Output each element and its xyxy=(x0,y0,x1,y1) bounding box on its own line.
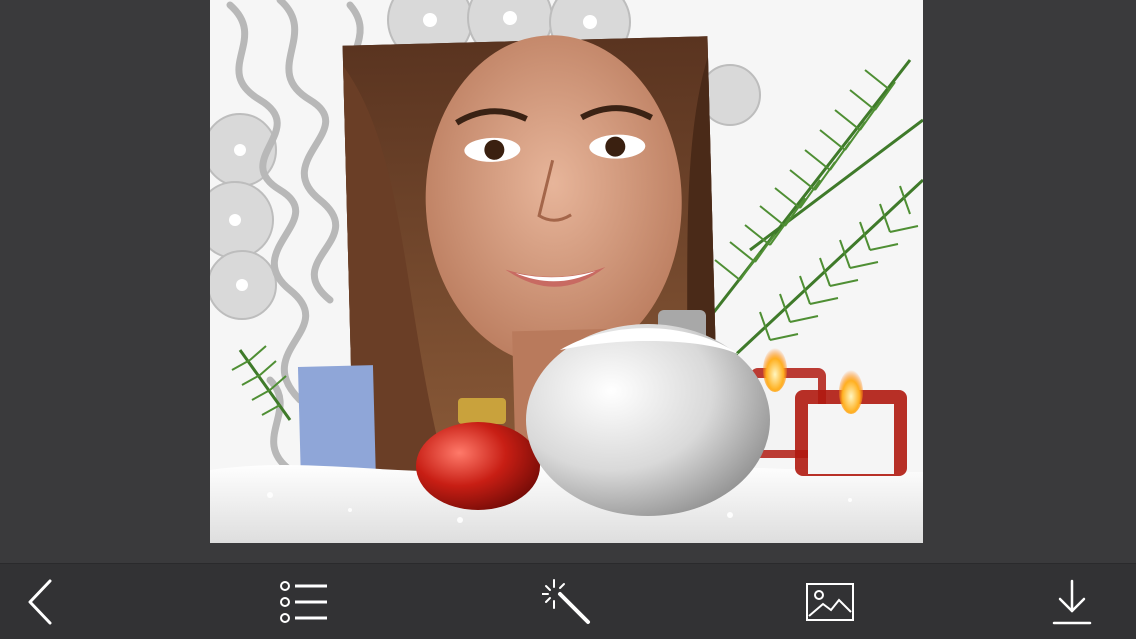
frames-list-button[interactable] xyxy=(272,574,336,630)
frame-artwork xyxy=(210,0,923,543)
list-icon xyxy=(280,581,327,623)
chevron-left-icon xyxy=(28,579,52,625)
save-button[interactable] xyxy=(1040,574,1104,630)
image-icon xyxy=(806,583,854,621)
photo-frame-app xyxy=(0,0,1136,639)
bottom-toolbar xyxy=(0,563,1136,639)
gallery-button[interactable] xyxy=(798,574,862,630)
download-icon xyxy=(1052,579,1092,625)
effects-button[interactable] xyxy=(535,574,599,630)
christmas-frame-preview[interactable] xyxy=(210,0,923,543)
magic-wand-icon xyxy=(542,579,590,624)
back-button[interactable] xyxy=(8,574,72,630)
editor-canvas xyxy=(0,0,1136,563)
